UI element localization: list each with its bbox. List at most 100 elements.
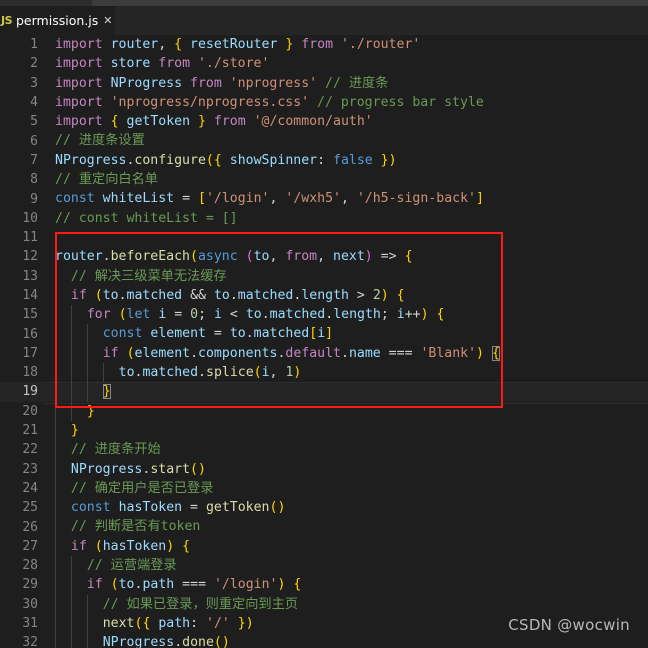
indent-guide: [55, 594, 56, 614]
line-number: 31: [22, 616, 38, 632]
code-line[interactable]: 16 const element = to.matched[i]: [0, 324, 648, 344]
code-line[interactable]: 2 import store from './store': [0, 54, 648, 73]
code-line[interactable]: 7 NProgress.configure({ showSpinner: fals…: [0, 151, 648, 170]
line-number: 30: [22, 596, 38, 612]
code-line-text: to.matched.splice(i, 1): [38, 363, 648, 383]
code-line[interactable]: 21 }: [0, 420, 648, 441]
line-number: 28: [22, 558, 38, 574]
indent-guide: [55, 305, 56, 325]
code-line[interactable]: 15 for (let i = 0; i < to.matched.length…: [0, 305, 648, 325]
code-line[interactable]: 30 // 如果已登录，则重定向到主页: [0, 594, 648, 614]
code-line[interactable]: 8 // 重定向白名单: [0, 170, 648, 189]
code-line[interactable]: 18 to.matched.splice(i, 1): [0, 363, 648, 383]
code-line[interactable]: 28 // 运营端登录: [0, 556, 648, 576]
indent-guide: [70, 305, 72, 325]
code-line-text: for (let i = 0; i < to.matched.length; i…: [38, 305, 648, 325]
indent-guide: [55, 343, 56, 364]
line-number: 16: [22, 326, 38, 342]
line-number: 24: [22, 480, 38, 496]
indent-guide: [86, 613, 88, 634]
indent-guide: [86, 324, 88, 344]
indent-guide: [70, 343, 72, 364]
code-line[interactable]: 6 // 进度条设置: [0, 131, 648, 150]
code-line[interactable]: 1 import router, { resetRouter } from './…: [0, 35, 648, 54]
line-number: 14: [22, 288, 38, 303]
code-line[interactable]: 13 // 解决三级菜单无法缓存: [0, 266, 648, 286]
code-line-text: [38, 228, 648, 247]
editor-tabbar: JS permission.js ✕: [0, 6, 648, 35]
indent-guide: [55, 382, 56, 402]
code-line[interactable]: 9 const whiteList = ['/login', '/wxh5', '…: [0, 189, 648, 208]
tab-permission-js[interactable]: JS permission.js ✕: [0, 6, 115, 35]
js-file-icon: JS: [1, 14, 13, 27]
indent-guide: [70, 556, 72, 576]
code-line[interactable]: 11: [0, 228, 648, 247]
indent-guide: [70, 594, 72, 614]
code-line[interactable]: 5 import { getToken } from '@/common/auth…: [0, 112, 648, 131]
line-number: 29: [22, 577, 38, 593]
line-number: 3: [30, 75, 38, 91]
code-line[interactable]: 12 router.beforeEach(async (to, from, nex…: [0, 247, 648, 266]
code-line[interactable]: 20 }: [0, 401, 648, 421]
code-line-text: if (to.path === '/login') {: [38, 575, 648, 595]
indent-guide: [55, 478, 56, 499]
indent-guide: [86, 594, 88, 614]
code-line-text: // 如果已登录，则重定向到主页: [38, 594, 648, 614]
code-line-text: // 重定向白名单: [55, 172, 158, 188]
code-line[interactable]: 26 // 判断是否有token: [0, 517, 648, 537]
line-number: 18: [22, 365, 38, 381]
code-line[interactable]: 24 // 确定用户是否已登录: [0, 478, 648, 499]
line-number: 17: [22, 345, 38, 361]
code-line[interactable]: 22 // 进度条开始: [0, 440, 648, 460]
code-line-text: import 'nprogress/nprogress.css' // prog…: [55, 94, 484, 110]
code-line[interactable]: 27 if (hasToken) {: [0, 536, 648, 557]
indent-guide: [102, 363, 104, 383]
code-line[interactable]: 29 if (to.path === '/login') {: [0, 575, 648, 595]
line-number: 27: [22, 538, 38, 554]
code-line-text: import store from './store': [55, 56, 270, 72]
code-line[interactable]: 4 import 'nprogress/nprogress.css' // pro…: [0, 93, 648, 112]
line-number: 26: [22, 519, 38, 535]
indent-guide: [86, 363, 88, 383]
code-line[interactable]: 14 if (to.matched && to.matched.length >…: [0, 285, 648, 306]
line-number: 5: [30, 114, 38, 130]
code-line[interactable]: 23 NProgress.start(): [0, 459, 648, 479]
indent-guide: [70, 363, 72, 383]
indent-guide: [55, 613, 56, 634]
indent-guide: [70, 613, 72, 634]
indent-guide: [86, 382, 88, 402]
code-line-text: const whiteList = ['/login', '/wxh5', '/…: [55, 191, 484, 207]
line-number: 7: [30, 152, 38, 168]
indent-guide: [55, 285, 56, 306]
code-line[interactable]: 17 if (element.components.default.name =…: [0, 343, 648, 364]
code-line-text: // 判断是否有token: [38, 517, 648, 537]
close-icon[interactable]: ✕: [103, 15, 112, 26]
code-editor[interactable]: 1 import router, { resetRouter } from './…: [0, 35, 648, 648]
code-line-text: const element = to.matched[i]: [38, 324, 648, 344]
code-line-text: if (to.matched && to.matched.length > 2)…: [38, 285, 648, 306]
line-number: 23: [22, 461, 38, 477]
indent-guide: [55, 517, 56, 537]
code-line[interactable]: 3 import NProgress from 'nprogress' // 进度…: [0, 74, 648, 93]
indent-guide: [70, 401, 72, 421]
code-line-text: }: [38, 401, 648, 421]
line-number: 1: [30, 37, 38, 53]
line-number: 20: [22, 403, 38, 419]
code-line[interactable]: 32 NProgress.done(): [0, 633, 648, 648]
line-number: 8: [30, 172, 38, 188]
line-number: 4: [30, 95, 38, 111]
indent-guide: [55, 324, 56, 344]
line-number: 6: [30, 133, 38, 149]
code-line-text: import { getToken } from '@/common/auth': [55, 114, 373, 130]
line-number: 21: [22, 423, 38, 439]
code-line-text: router.beforeEach(async (to, from, next)…: [55, 249, 413, 265]
line-number: 11: [22, 230, 38, 246]
code-line[interactable]: 19 }: [0, 382, 648, 404]
indent-guide: [55, 459, 56, 479]
code-line[interactable]: 10 // const whiteList = []: [0, 209, 648, 228]
code-line[interactable]: 25 const hasToken = getToken(): [0, 498, 648, 518]
line-number: 13: [22, 268, 38, 284]
line-number: 15: [22, 307, 38, 323]
indent-guide: [55, 420, 56, 441]
code-line-text: // 进度条开始: [38, 440, 648, 460]
